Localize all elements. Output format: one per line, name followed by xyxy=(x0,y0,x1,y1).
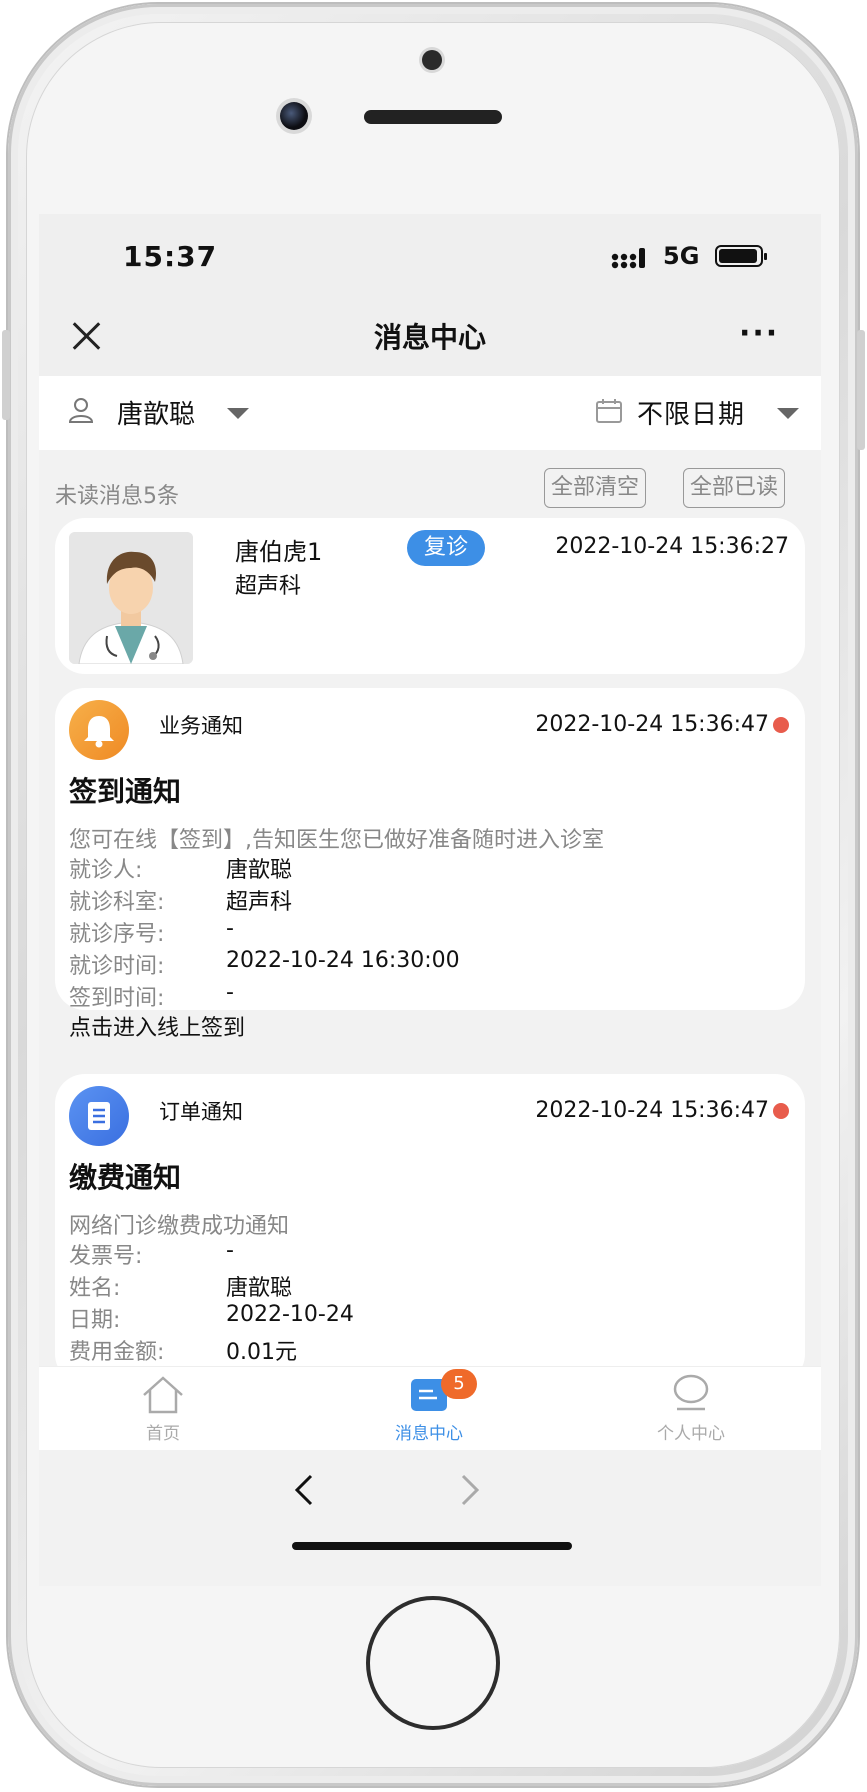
earpiece-speaker xyxy=(364,110,502,124)
detail-value: 超声科 xyxy=(226,890,293,915)
tab-home[interactable]: 首页 xyxy=(63,1367,263,1451)
detail-row: 就诊人: 唐歆聪 xyxy=(69,852,769,883)
doctor-name: 唐伯虎1 xyxy=(235,538,323,566)
notice-timestamp: 2022-10-24 15:36:47 xyxy=(535,712,769,737)
back-arrow-icon[interactable] xyxy=(285,1470,325,1510)
side-button-left xyxy=(2,330,10,420)
user-icon xyxy=(68,398,94,423)
forward-arrow-icon[interactable] xyxy=(449,1470,489,1510)
detail-row: 签到时间: - xyxy=(69,980,769,1011)
doctor-avatar xyxy=(69,532,193,664)
proximity-sensor xyxy=(422,50,442,70)
network-type: 5G xyxy=(663,242,700,270)
tab-home-label: 首页 xyxy=(146,1424,180,1444)
clear-all-button[interactable]: 全部清空 xyxy=(544,468,647,508)
detail-label: 签到时间: xyxy=(69,986,165,1011)
detail-label: 费用金额: xyxy=(69,1340,165,1365)
detail-label: 日期: xyxy=(69,1308,121,1333)
detail-value: 唐歆聪 xyxy=(226,1276,293,1301)
notice-title: 缴费通知 xyxy=(69,1161,182,1194)
tab-profile[interactable]: 个人中心 xyxy=(591,1367,791,1451)
detail-value: - xyxy=(226,1238,234,1263)
side-button-right xyxy=(857,330,865,450)
unread-count: 未读消息5条 xyxy=(55,484,179,509)
date-filter-chevron-down-icon[interactable] xyxy=(777,408,799,419)
user-filter-dropdown[interactable]: 唐歆聪 xyxy=(117,394,195,431)
battery-icon xyxy=(715,245,767,267)
status-time: 15:37 xyxy=(123,240,218,273)
checkin-notice-card[interactable]: 业务通知 2022-10-24 15:36:47 签到通知 您可在线【签到】,告… xyxy=(55,688,805,1041)
detail-label: 就诊科室: xyxy=(69,890,165,915)
signal-icon xyxy=(611,248,645,269)
unread-dot xyxy=(773,717,789,733)
order-icon xyxy=(69,1086,129,1146)
detail-value: 2022-10-24 16:30:00 xyxy=(226,948,460,973)
browser-toolbar xyxy=(39,1450,821,1586)
notice-category: 业务通知 xyxy=(159,714,243,738)
detail-row: 发票号: - xyxy=(69,1238,769,1269)
messages-badge: 5 xyxy=(441,1369,477,1399)
tab-messages-label: 消息中心 xyxy=(395,1424,463,1444)
detail-row: 费用金额: 0.01元 xyxy=(69,1334,769,1365)
detail-value: 0.01元 xyxy=(226,1340,297,1365)
navigation-bar: 消息中心 ··· xyxy=(39,296,821,376)
online-checkin-link[interactable]: 点击进入线上签到 xyxy=(69,1010,245,1042)
notice-description: 网络门诊缴费成功通知 xyxy=(69,1214,290,1239)
detail-value: 唐歆聪 xyxy=(226,858,293,883)
tab-profile-label: 个人中心 xyxy=(657,1424,725,1444)
detail-label: 就诊时间: xyxy=(69,954,165,979)
home-indicator[interactable] xyxy=(292,1542,572,1550)
profile-icon xyxy=(673,1374,709,1411)
notice-timestamp: 2022-10-24 15:36:47 xyxy=(535,1098,769,1123)
detail-value: - xyxy=(226,916,234,941)
detail-row: 就诊时间: 2022-10-24 16:30:00 xyxy=(69,948,769,979)
detail-label: 发票号: xyxy=(69,1244,143,1269)
filter-bar: 唐歆聪 不限日期 xyxy=(39,376,821,450)
detail-label: 就诊人: xyxy=(69,858,143,883)
page-title: 消息中心 xyxy=(373,321,486,354)
detail-value: - xyxy=(226,980,234,1005)
doctor-card-timestamp: 2022-10-24 15:36:27 xyxy=(555,534,789,559)
more-options-icon[interactable]: ··· xyxy=(739,316,779,351)
notice-title: 签到通知 xyxy=(69,775,182,808)
screen: 15:37 5G 消息中心 ··· 唐歆聪 不限日期 未读消息5条 全部清空 全… xyxy=(39,214,821,1586)
detail-row: 就诊科室: 超声科 xyxy=(69,884,769,915)
unread-dot xyxy=(773,1103,789,1119)
status-bar: 15:37 5G xyxy=(39,214,821,296)
detail-row: 姓名: 唐歆聪 xyxy=(69,1270,769,1301)
tab-messages[interactable]: 5 消息中心 xyxy=(329,1367,529,1451)
detail-row: 日期: 2022-10-24 xyxy=(69,1302,769,1333)
detail-value: 2022-10-24 xyxy=(226,1302,354,1327)
doctor-card[interactable]: 唐伯虎1 复诊 2022-10-24 15:36:27 超声科 xyxy=(55,518,805,674)
detail-label: 姓名: xyxy=(69,1276,121,1301)
front-camera xyxy=(280,102,308,130)
notice-category: 订单通知 xyxy=(159,1100,243,1124)
payment-notice-card[interactable]: 订单通知 2022-10-24 15:36:47 缴费通知 网络门诊缴费成功通知… xyxy=(55,1074,805,1384)
doctor-avatar-illustration xyxy=(69,532,193,664)
mark-all-read-button[interactable]: 全部已读 xyxy=(683,468,786,508)
bottom-tab-bar: 首页 5 消息中心 个人中心 xyxy=(39,1366,821,1451)
detail-row: 就诊序号: - xyxy=(69,916,769,947)
calendar-icon xyxy=(596,399,622,423)
doctor-department: 超声科 xyxy=(235,574,302,599)
visit-type-badge: 复诊 xyxy=(407,530,485,566)
home-icon xyxy=(143,1376,183,1414)
notice-description: 您可在线【签到】,告知医生您已做好准备随时进入诊室 xyxy=(69,828,604,853)
bell-icon xyxy=(69,700,129,760)
user-filter-chevron-down-icon[interactable] xyxy=(227,408,249,419)
detail-label: 就诊序号: xyxy=(69,922,165,947)
date-filter-dropdown[interactable]: 不限日期 xyxy=(637,394,745,431)
home-button[interactable] xyxy=(366,1596,500,1730)
